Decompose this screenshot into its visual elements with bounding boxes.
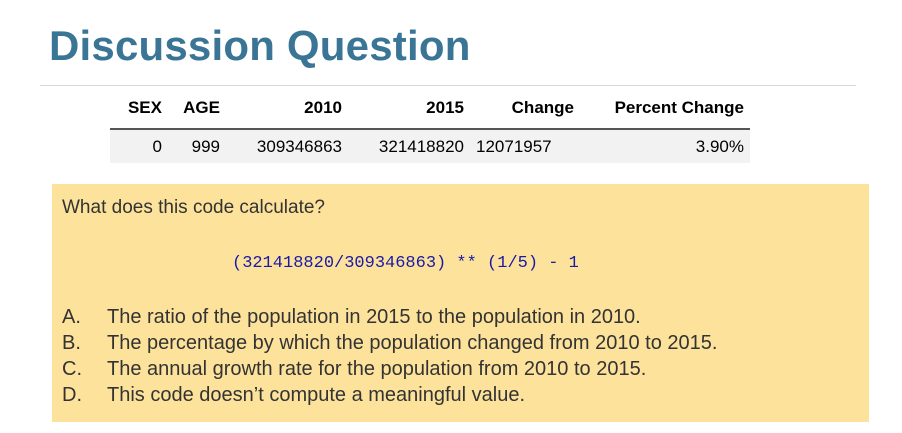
choice-d: D. This code doesn’t compute a meaningfu… xyxy=(62,382,717,408)
choice-c: C. The annual growth rate for the popula… xyxy=(62,356,717,382)
table-header-row: SEX AGE 2010 2015 Change Percent Change xyxy=(110,92,750,130)
title-divider xyxy=(40,85,856,86)
choice-a: A. The ratio of the population in 2015 t… xyxy=(62,304,717,330)
cell-sex: 0 xyxy=(110,129,168,163)
choice-letter: C. xyxy=(62,358,82,380)
cell-percent-change: 3.90% xyxy=(580,129,750,163)
slide-title: Discussion Question xyxy=(49,22,471,69)
code-snippet: (321418820/309346863) ** (1/5) - 1 xyxy=(232,254,579,273)
answer-choices: A. The ratio of the population in 2015 t… xyxy=(62,304,717,408)
cell-change: 12071957 xyxy=(470,129,580,163)
column-header-2010: 2010 xyxy=(226,92,348,130)
cell-2015: 321418820 xyxy=(348,129,470,163)
cell-age: 999 xyxy=(168,129,226,163)
column-header-percent-change: Percent Change xyxy=(580,92,750,130)
choice-letter: B. xyxy=(62,332,81,354)
choice-letter: D. xyxy=(62,384,82,406)
choice-text: The ratio of the population in 2015 to t… xyxy=(107,306,641,328)
choice-text: The annual growth rate for the populatio… xyxy=(107,358,647,380)
choice-text: The percentage by which the population c… xyxy=(107,332,718,354)
column-header-2015: 2015 xyxy=(348,92,470,130)
choice-b: B. The percentage by which the populatio… xyxy=(62,330,717,356)
choice-text: This code doesn’t compute a meaningful v… xyxy=(107,384,526,406)
choice-letter: A. xyxy=(62,306,81,328)
column-header-change: Change xyxy=(470,92,580,130)
table-row: 0 999 309346863 321418820 12071957 3.90% xyxy=(110,129,750,163)
data-table: SEX AGE 2010 2015 Change Percent Change … xyxy=(110,92,750,163)
column-header-age: AGE xyxy=(168,92,226,130)
column-header-sex: SEX xyxy=(110,92,168,130)
question-box: What does this code calculate? (32141882… xyxy=(52,184,869,422)
cell-2010: 309346863 xyxy=(226,129,348,163)
question-prompt: What does this code calculate? xyxy=(62,197,325,218)
